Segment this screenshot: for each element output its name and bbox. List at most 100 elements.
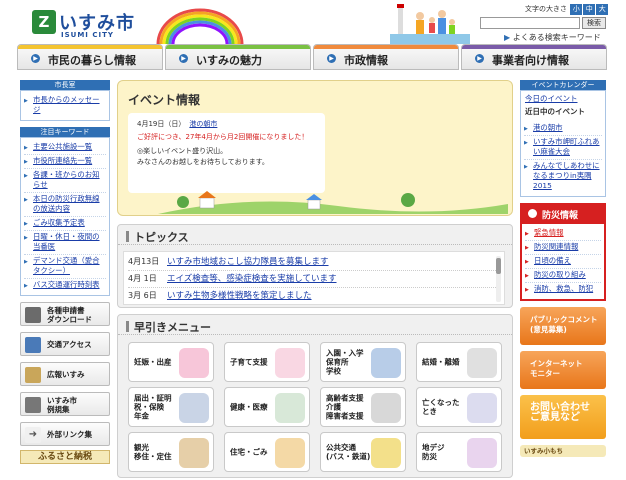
mayor-heading: 市長室 xyxy=(20,80,110,90)
banner-line-2: モニター xyxy=(530,369,560,378)
keyword-link[interactable]: 市役所連絡先一覧 xyxy=(33,156,92,165)
list-item: 防災の取り組み xyxy=(525,269,601,283)
koho-button[interactable]: 広報いすみ xyxy=(20,362,110,386)
keyword-heading: 注目キーワード xyxy=(20,127,110,137)
calendar-event-link[interactable]: 港の朝市 xyxy=(533,123,563,132)
list-item: いすみ市岬町ふれあい麻雀大会 xyxy=(524,136,602,160)
menu-housing-button[interactable]: 住宅・ごみ xyxy=(224,432,310,472)
topics-title: トピックス xyxy=(118,225,512,245)
search-input[interactable] xyxy=(480,17,580,29)
menu-school-button[interactable]: 入園・入学 保育所 学校 xyxy=(320,342,406,382)
calendar-box: 今日のイベント 近日中のイベント 港の朝市 いすみ市岬町ふれあい麻雀大会 みんな… xyxy=(520,90,606,197)
topic-date: 4月 1日 xyxy=(128,274,157,283)
external-link-icon: ➜ xyxy=(25,427,41,443)
menu-certificates-button[interactable]: 届出・証明 税・保険 年金 xyxy=(128,387,214,427)
quick-menu-grid: 妊娠・出産 子育て支援 入園・入学 保育所 学校 結婚・離婚 届出・証明 税・保険 年金… xyxy=(128,342,508,472)
hospital-icon xyxy=(275,393,305,423)
topic-date: 4月13日 xyxy=(128,257,160,266)
topics-scrollbar[interactable] xyxy=(496,256,501,302)
list-item: 主要公共施設一覧 xyxy=(24,141,106,155)
font-size-large-button[interactable]: 大 xyxy=(596,4,609,15)
disaster-link[interactable]: 防災関連情報 xyxy=(534,242,578,251)
today-events-link[interactable]: 今日のイベント xyxy=(525,94,578,103)
event-date: 4月19日（日） xyxy=(137,120,186,128)
keyword-link[interactable]: バス交通運行時刻表 xyxy=(33,280,100,289)
menu-tourism-button[interactable]: 観光 移住・定住 xyxy=(128,432,214,472)
label-line-2: ダウンロード xyxy=(47,315,92,324)
list-item: 市長からのメッセージ xyxy=(24,94,106,117)
event-notice: ご好評につき、27年4月から月2回開催になりました！ xyxy=(137,133,309,141)
menu-death-button[interactable]: 亡くなった とき xyxy=(416,387,502,427)
menu-marriage-button[interactable]: 結婚・離婚 xyxy=(416,342,502,382)
site-header: Z いすみ市 ISUMI CITY 文字の大きさ 小中大 検索 ▶ よくある検索… xyxy=(0,0,626,44)
mayor-message-link[interactable]: 市長からのメッセージ xyxy=(33,95,100,114)
nav-item-government[interactable]: ▶ 市政情報 xyxy=(313,44,459,70)
keyword-link[interactable]: 本日の防災行政無線の放送内容 xyxy=(33,194,100,213)
train-icon xyxy=(25,337,41,353)
keyword-link[interactable]: デマンド交通（愛合タクシー） xyxy=(33,256,100,275)
inquiry-banner[interactable]: お問い合わせ ご意見など xyxy=(520,395,606,439)
menu-disaster-button[interactable]: 地デジ 防災 xyxy=(416,432,502,472)
magazine-icon xyxy=(25,367,41,383)
flower-icon xyxy=(467,393,497,423)
bottom-banner[interactable]: いすみ小もち xyxy=(520,445,606,457)
backpack-icon xyxy=(371,348,401,378)
download-forms-button[interactable]: 各種申請書 ダウンロード xyxy=(20,302,110,326)
keyword-link[interactable]: 各課・班からのお知らせ xyxy=(33,170,100,189)
chevron-right-icon: ▶ xyxy=(179,54,188,63)
topic-link[interactable]: エイズ検査等、感染症検査を実施しています xyxy=(167,274,337,284)
list-item: 緊急情報 xyxy=(525,227,601,241)
ongoing-label: 近日中のイベント xyxy=(525,107,585,116)
regulations-button[interactable]: いすみ市 例規集 xyxy=(20,392,110,416)
furusato-banner[interactable]: ふるさと納税 xyxy=(20,450,110,464)
disaster-link[interactable]: 防災の取り組み xyxy=(534,270,586,279)
emergency-link[interactable]: 緊急情報 xyxy=(534,228,564,237)
faq-keyword-link[interactable]: ▶ よくある検索キーワード xyxy=(504,32,601,43)
nav-label: 事業者向け情報 xyxy=(492,54,569,67)
global-nav: ▶ 市民の暮らし情報 ▶ いすみの魅力 ▶ 市政情報 ▶ 事業者向け情報 xyxy=(17,44,607,70)
menu-health-button[interactable]: 健康・医療 xyxy=(224,387,310,427)
baby-icon xyxy=(179,348,209,378)
internet-monitor-banner[interactable]: インターネット モニター xyxy=(520,351,606,389)
calendar-event-link[interactable]: みんなでしあわせになるまつりin夷隅2015 xyxy=(533,161,600,190)
event-box: イベント情報 4月19日（日） 港の朝市 ご好評につき、27年4月から月2回開催に… xyxy=(117,80,513,216)
disaster-link[interactable]: 日頃の備え xyxy=(534,256,571,265)
label-line-1: いすみ市 xyxy=(47,396,77,405)
external-links-button[interactable]: ➜ 外部リンク集 xyxy=(20,422,110,446)
topics-list: 4月13日 いすみ市地域おこし協力隊員を募集します 4月 1日 エイズ検査等、感染症… xyxy=(123,251,505,305)
download-icon xyxy=(25,307,41,323)
family-illustration xyxy=(390,4,470,44)
site-logo[interactable]: Z いすみ市 ISUMI CITY xyxy=(32,10,150,39)
menu-label: 高齢者支援 介護 障害者支援 xyxy=(326,393,364,421)
calendar-event-link[interactable]: いすみ市岬町ふれあい麻雀大会 xyxy=(533,137,600,156)
nav-item-business[interactable]: ▶ 事業者向け情報 xyxy=(461,44,607,70)
disaster-heading: 防災情報 xyxy=(522,205,604,224)
keyword-link[interactable]: 日曜・休日・夜間の当番医 xyxy=(33,232,100,251)
menu-transport-button[interactable]: 公共交通 (バス・鉄道) xyxy=(320,432,406,472)
keyword-link[interactable]: 主要公共施設一覧 xyxy=(33,142,92,151)
menu-elderly-button[interactable]: 高齢者支援 介護 障害者支援 xyxy=(320,387,406,427)
disaster-link[interactable]: 消防、救急、防犯 xyxy=(534,284,593,293)
event-link[interactable]: 港の朝市 xyxy=(189,120,217,128)
nav-color-bar xyxy=(314,45,458,49)
list-item: デマンド交通（愛合タクシー） xyxy=(24,255,106,279)
menu-childcare-button[interactable]: 子育て支援 xyxy=(224,342,310,382)
access-button[interactable]: 交通アクセス xyxy=(20,332,110,356)
font-size-small-button[interactable]: 小 xyxy=(570,4,583,15)
nav-label: 市政情報 xyxy=(344,54,388,67)
topic-link[interactable]: いすみ市地域おこし協力隊員を募集します xyxy=(167,257,329,267)
arrow-right-icon: ▶ xyxy=(504,33,511,42)
scrollbar-thumb[interactable] xyxy=(496,258,501,274)
menu-pregnancy-button[interactable]: 妊娠・出産 xyxy=(128,342,214,382)
nav-item-living[interactable]: ▶ 市民の暮らし情報 xyxy=(17,44,163,70)
search-button[interactable]: 検索 xyxy=(582,17,606,29)
font-size-medium-button[interactable]: 中 xyxy=(583,4,596,15)
koho-label: 広報いすみ xyxy=(47,370,85,379)
nav-item-attractions[interactable]: ▶ いすみの魅力 xyxy=(165,44,311,70)
chevron-right-icon: ▶ xyxy=(327,54,336,63)
public-comment-banner[interactable]: パブリックコメント (意見募集) xyxy=(520,307,606,345)
topic-link[interactable]: いすみ生物多様性戦略を策定しました xyxy=(167,291,312,301)
quick-menu-title: 早引きメニュー xyxy=(118,315,512,335)
keyword-link[interactable]: ごみ収集予定表 xyxy=(33,218,85,227)
banner-line-1: パブリックコメント xyxy=(530,315,598,324)
